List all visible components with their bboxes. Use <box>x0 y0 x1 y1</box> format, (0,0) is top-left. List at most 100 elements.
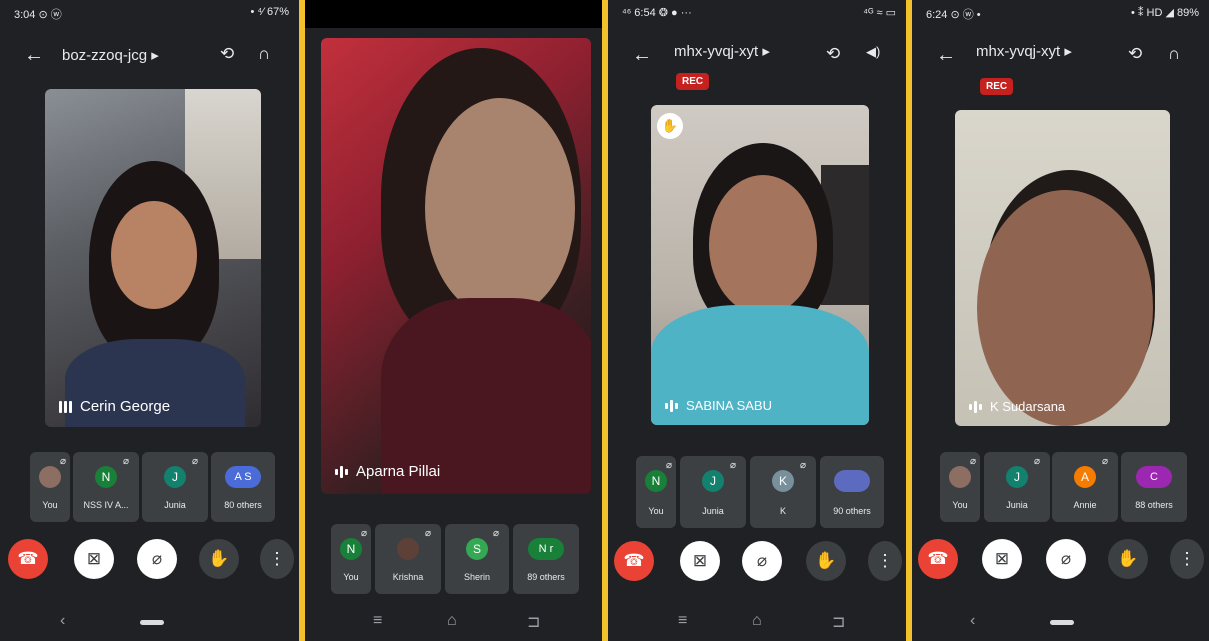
avatar-group <box>834 470 870 492</box>
raise-hand-button[interactable]: ✋ <box>806 541 846 581</box>
meeting-code[interactable]: mhx-yvqj-xyt ▸ <box>976 42 1072 60</box>
person-face <box>111 201 197 309</box>
participant-name: Junia <box>164 500 186 510</box>
mic-off-button[interactable]: ⌀ <box>1046 539 1086 579</box>
more-options-button[interactable]: ⋮ <box>260 539 294 579</box>
avatar: J <box>1006 466 1028 488</box>
nav-home-icon[interactable]: ⌂ <box>752 612 762 630</box>
participant-tile[interactable]: J ⌀ Junia <box>680 456 746 528</box>
participant-tile-others[interactable]: C 88 others <box>1121 452 1187 522</box>
mic-off-icon: ⌀ <box>59 456 66 467</box>
status-bar <box>305 0 602 28</box>
avatar: N <box>340 538 362 560</box>
speaker-name: SABINA SABU <box>686 398 772 413</box>
audio-level-icon <box>59 400 72 413</box>
speaker-icon[interactable]: ◀) <box>866 44 880 60</box>
participant-name: Junia <box>1006 500 1028 510</box>
status-bar-battery: • ⁑ HD ◢ 89% <box>1131 7 1199 19</box>
mic-off-icon: ⌀ <box>1033 456 1040 467</box>
speaker-video: Aparna Pillai <box>321 38 591 494</box>
participant-name: Annie <box>1073 500 1097 510</box>
participant-tile[interactable]: ⌀ You <box>940 452 980 522</box>
mic-off-icon: ⌀ <box>122 456 129 467</box>
meeting-code[interactable]: mhx-yvqj-xyt ▸ <box>674 42 770 60</box>
person-face <box>709 175 817 315</box>
switch-camera-icon[interactable]: ⟲ <box>1128 44 1142 64</box>
call-panel-3: ⁴⁶ 6:54 ❂ ● ··· ⁴ᴳ ≈ ▭ ← mhx-yvqj-xyt ▸ … <box>608 0 906 641</box>
speaker-name: Aparna Pillai <box>356 463 441 480</box>
mic-off-icon: ⌀ <box>969 456 976 467</box>
call-panel-2: Aparna Pillai N ⌀ You ⌀ Krishna S ⌀ Sher… <box>305 0 602 641</box>
participant-tile-others[interactable]: 90 others <box>820 456 884 528</box>
audio-level-icon <box>665 399 678 412</box>
nav-back-icon[interactable]: ‹ <box>970 612 975 630</box>
meeting-header: ← boz-zzoq-jcg ▸ ⟲ ∩ <box>0 40 299 76</box>
participant-tile[interactable]: ⌀ Krishna <box>375 524 441 594</box>
camera-off-button[interactable]: ⊠ <box>982 539 1022 579</box>
end-call-button[interactable]: ☎ <box>918 539 958 579</box>
headphones-icon[interactable]: ∩ <box>258 44 270 64</box>
nav-home-icon[interactable]: ⌂ <box>447 612 457 630</box>
status-bar-time: 3:04 ⊙ ⓦ <box>14 9 62 21</box>
person-face <box>977 190 1153 426</box>
back-arrow-icon[interactable]: ← <box>24 44 44 67</box>
others-count: 90 others <box>833 506 871 516</box>
switch-camera-icon[interactable]: ⟲ <box>220 44 234 64</box>
participant-tile[interactable]: S ⌀ Sherin <box>445 524 509 594</box>
mic-off-button[interactable]: ⌀ <box>137 539 177 579</box>
call-panel-4: 6:24 ⊙ ⓦ • • ⁑ HD ◢ 89% ← mhx-yvqj-xyt ▸… <box>912 0 1209 641</box>
nav-menu-icon[interactable]: ≡ <box>373 612 382 630</box>
participant-tile[interactable]: A ⌀ Annie <box>1052 452 1118 522</box>
participant-tile-others[interactable]: A S 80 others <box>211 452 275 522</box>
participant-tile[interactable]: ⌀ You <box>30 452 70 522</box>
mic-off-icon: ⌀ <box>665 460 672 471</box>
speaker-name-label: Cerin George <box>59 398 170 415</box>
nav-back-icon[interactable]: ‹ <box>60 612 65 630</box>
more-options-button[interactable]: ⋮ <box>1170 539 1204 579</box>
nav-back-icon[interactable]: ⊐ <box>832 612 845 632</box>
participant-tile[interactable]: J ⌀ Junia <box>984 452 1050 522</box>
headphones-icon[interactable]: ∩ <box>1168 44 1180 64</box>
others-count: 89 others <box>527 572 565 582</box>
participant-tile[interactable]: J ⌀ Junia <box>142 452 208 522</box>
participant-name: You <box>343 572 359 582</box>
speaker-name: Cerin George <box>80 398 171 415</box>
nav-back-icon[interactable]: ⊐ <box>527 612 540 632</box>
end-call-button[interactable]: ☎ <box>614 541 654 581</box>
camera-off-button[interactable]: ⊠ <box>680 541 720 581</box>
participant-name: K <box>779 506 786 516</box>
raise-hand-button[interactable]: ✋ <box>1108 539 1148 579</box>
avatar: J <box>164 466 186 488</box>
speaker-name: K Sudarsana <box>990 399 1066 414</box>
nav-home-pill[interactable] <box>140 620 164 625</box>
raise-hand-button[interactable]: ✋ <box>199 539 239 579</box>
mic-off-button[interactable]: ⌀ <box>742 541 782 581</box>
participant-tile-others[interactable]: N r 89 others <box>513 524 579 594</box>
mic-off-icon: ⌀ <box>424 528 431 539</box>
avatar <box>39 466 61 488</box>
mic-off-icon: ⌀ <box>191 456 198 467</box>
camera-off-button[interactable]: ⊠ <box>74 539 114 579</box>
more-options-button[interactable]: ⋮ <box>868 541 902 581</box>
nav-home-pill[interactable] <box>1050 620 1074 625</box>
back-arrow-icon[interactable]: ← <box>632 44 652 67</box>
status-bar-time: 6:24 ⊙ ⓦ • <box>926 9 981 21</box>
participant-tile[interactable]: N ⌀ You <box>331 524 371 594</box>
mic-off-icon: ⌀ <box>360 528 367 539</box>
avatar: K <box>772 470 794 492</box>
meeting-code[interactable]: boz-zzoq-jcg ▸ <box>62 46 159 64</box>
avatar-group: N r <box>528 538 564 560</box>
end-call-button[interactable]: ☎ <box>8 539 48 579</box>
speaker-name-label: Aparna Pillai <box>335 463 440 480</box>
status-bar-battery: • ⁴⁄ 67% <box>250 6 289 18</box>
avatar: A <box>1074 466 1096 488</box>
participant-name: You <box>952 500 968 510</box>
nav-menu-icon[interactable]: ≡ <box>678 612 687 630</box>
participant-tile[interactable]: N ⌀ You <box>636 456 676 528</box>
participant-name: You <box>42 500 58 510</box>
switch-camera-icon[interactable]: ⟲ <box>826 44 840 64</box>
participant-tile[interactable]: K ⌀ K <box>750 456 816 528</box>
participant-tile[interactable]: N ⌀ NSS IV A... <box>73 452 139 522</box>
audio-level-icon <box>335 465 348 478</box>
back-arrow-icon[interactable]: ← <box>936 44 956 67</box>
